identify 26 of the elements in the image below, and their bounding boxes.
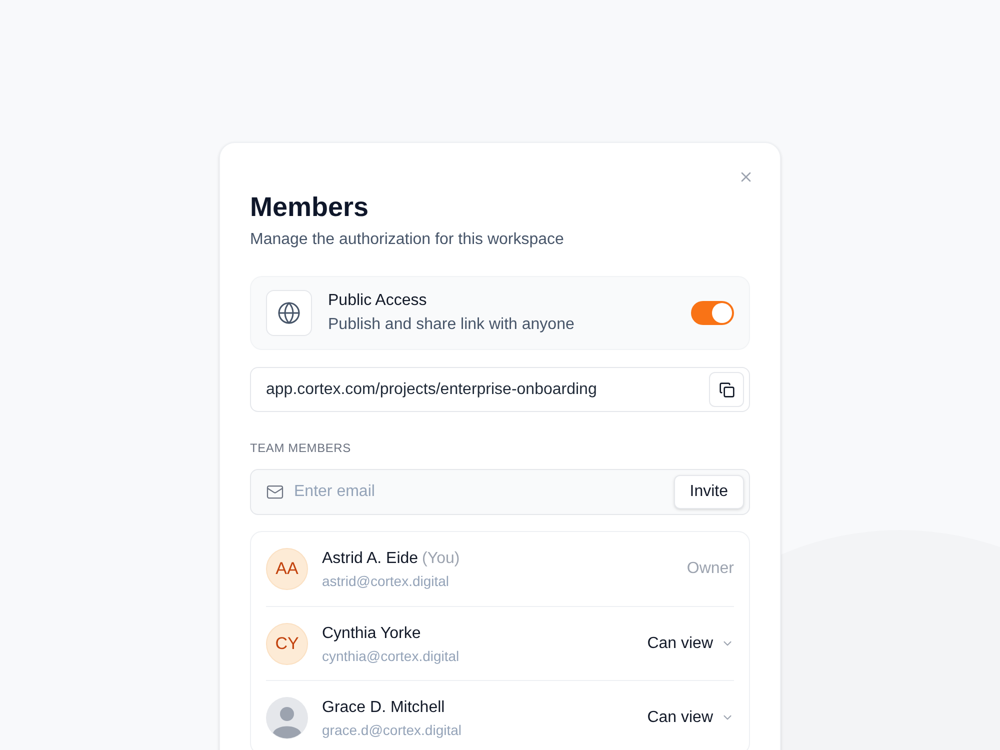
role-dropdown[interactable]: Can view: [647, 632, 734, 656]
avatar: CY: [266, 622, 308, 664]
public-access-title: Public Access: [328, 291, 428, 311]
mail-icon: [266, 483, 284, 501]
invite-email-field[interactable]: Enter email Invite: [250, 469, 750, 515]
member-name: Astrid A. Eide: [322, 549, 418, 569]
public-access-description: Publish and share link with anyone: [328, 315, 576, 335]
share-link-field[interactable]: app.cortex.com/projects/enterprise-onboarding: [250, 367, 750, 412]
avatar: AA: [266, 548, 308, 590]
member-name: Cynthia Yorke: [322, 624, 421, 644]
role-label: Owner: [686, 559, 734, 579]
dialog-title: Members: [250, 191, 370, 224]
role-dropdown[interactable]: Can view: [647, 706, 734, 730]
avatar-silhouette: [266, 696, 308, 738]
member-email: grace.d@cortex.digital: [322, 720, 463, 740]
public-access-toggle[interactable]: [691, 301, 734, 325]
section-heading: TEAM MEMBERS: [250, 440, 352, 456]
globe-icon: [266, 290, 312, 336]
dialog-subtitle: Manage the authorization for this workspace: [250, 230, 565, 250]
invite-button[interactable]: Invite: [674, 475, 744, 509]
copy-button[interactable]: [709, 372, 744, 407]
member-email: cynthia@cortex.digital: [322, 646, 460, 666]
member-tag: (You): [422, 547, 460, 571]
copy-icon: [718, 382, 734, 398]
member-name: Grace D. Mitchell: [322, 698, 445, 718]
member-email: astrid@cortex.digital: [322, 572, 450, 591]
